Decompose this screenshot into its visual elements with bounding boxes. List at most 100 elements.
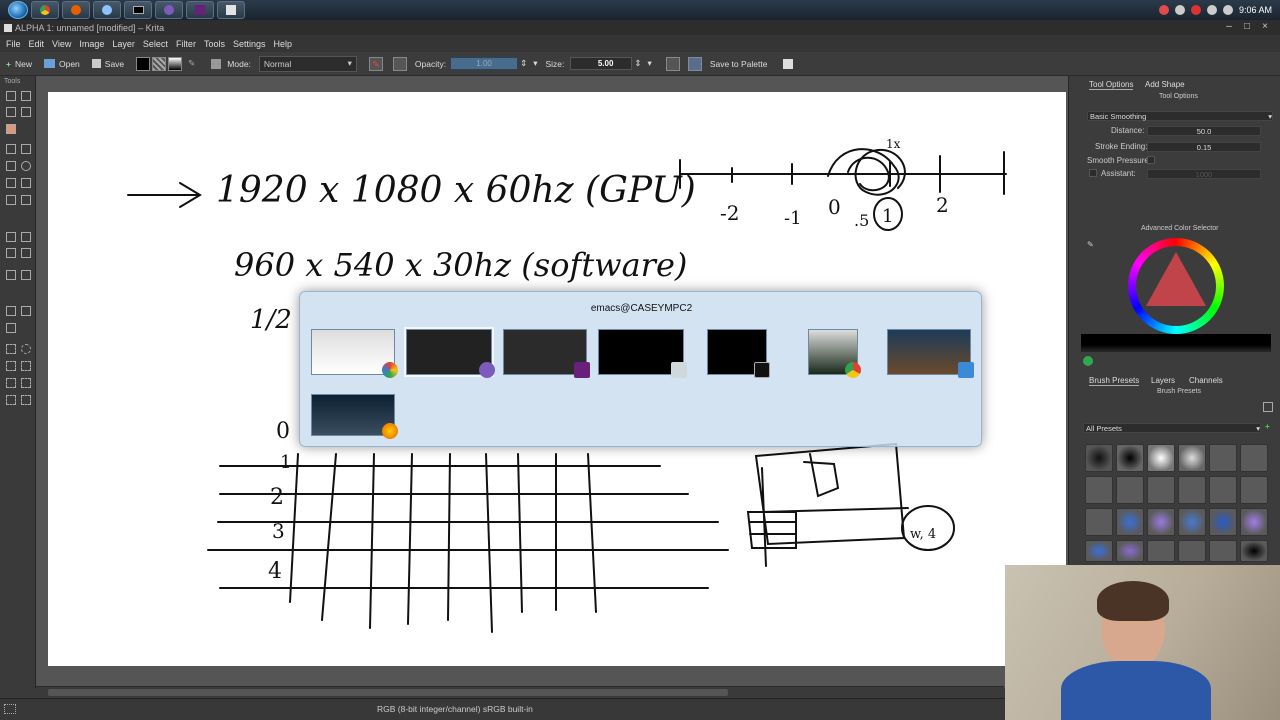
color-triangle[interactable]: [1146, 252, 1206, 306]
opacity-slider[interactable]: 1.00: [450, 57, 519, 70]
measure-tool-icon[interactable]: [21, 270, 31, 280]
brush-preset[interactable]: [1085, 476, 1113, 504]
smoothing-dropdown[interactable]: Basic Smoothing ▾: [1087, 111, 1273, 121]
taskbar-visual-studio-button[interactable]: [186, 1, 214, 19]
brush-preset[interactable]: [1209, 540, 1237, 562]
crop-tool-icon[interactable]: [6, 248, 16, 258]
fg-bg-color-button[interactable]: [136, 56, 151, 71]
assistant-checkbox[interactable]: [1089, 169, 1097, 177]
brush-preset[interactable]: [1209, 508, 1237, 536]
taskbar-cmd-button[interactable]: [124, 1, 152, 19]
open-button[interactable]: Open: [38, 54, 86, 74]
taskbar-globe-button[interactable]: [93, 1, 121, 19]
brush-preset[interactable]: [1116, 508, 1144, 536]
brush-preset[interactable]: [1147, 476, 1175, 504]
brush-preset[interactable]: [1178, 476, 1206, 504]
calligraphy-icon[interactable]: [21, 107, 31, 117]
menu-filter[interactable]: Filter: [176, 39, 196, 49]
game-window-thumb[interactable]: [887, 329, 974, 378]
assistant-field[interactable]: 1000: [1147, 169, 1261, 179]
color-history-strip[interactable]: [1081, 334, 1271, 352]
menu-file[interactable]: File: [6, 39, 21, 49]
brush-preset[interactable]: [1178, 444, 1206, 472]
taskbar-chrome-button[interactable]: [31, 1, 59, 19]
stroke-ending-field[interactable]: 0.15: [1147, 142, 1261, 152]
edit-shape-icon[interactable]: [6, 107, 16, 117]
eyedropper-icon[interactable]: ✎: [1087, 240, 1094, 249]
power-icon[interactable]: [1206, 5, 1217, 15]
ellipse-select-icon[interactable]: [21, 344, 31, 354]
blend-mode-dropdown[interactable]: Normal ▾: [258, 55, 357, 72]
polygon-tool-icon[interactable]: [6, 178, 16, 188]
tab-channels[interactable]: Channels: [1189, 376, 1223, 385]
tray-app-icon[interactable]: [1190, 5, 1201, 15]
brush-preset[interactable]: [1116, 540, 1144, 562]
close-button[interactable]: ×: [1258, 20, 1272, 34]
rect-select-icon[interactable]: [6, 344, 16, 354]
visual-studio-window-thumb[interactable]: [503, 329, 590, 378]
gradient-button[interactable]: [168, 56, 183, 71]
terminal-window-thumb[interactable]: [707, 329, 770, 378]
freehand-path-icon[interactable]: [6, 195, 16, 205]
similar-select-icon[interactable]: [21, 378, 31, 388]
taskbar-krita-button[interactable]: [217, 1, 245, 19]
save-button[interactable]: Save: [86, 54, 130, 74]
scrollbar-thumb[interactable]: [48, 689, 728, 696]
size-slider[interactable]: 5.00: [570, 57, 633, 70]
volume-icon[interactable]: [1222, 5, 1233, 15]
freehand-select-icon[interactable]: [21, 361, 31, 371]
menu-view[interactable]: View: [52, 39, 71, 49]
start-button[interactable]: [8, 1, 28, 19]
tab-layers[interactable]: Layers: [1151, 376, 1175, 385]
perspective-grid-icon[interactable]: [21, 306, 31, 316]
rectangle-tool-icon[interactable]: [6, 161, 16, 171]
size-spin-icon[interactable]: ⇕: [634, 58, 641, 69]
move-tool-icon[interactable]: [6, 232, 16, 242]
chevron-down-icon[interactable]: ▾: [648, 58, 652, 69]
eraser-mode-icon[interactable]: ✎: [368, 56, 383, 71]
transform-tool-icon[interactable]: [21, 232, 31, 242]
tab-tool-options[interactable]: Tool Options: [1089, 80, 1134, 90]
menu-settings[interactable]: Settings: [233, 39, 266, 49]
alpha-lock-icon[interactable]: [392, 56, 407, 71]
gradient-tool-icon[interactable]: [21, 248, 31, 258]
brush-preset[interactable]: [1116, 444, 1144, 472]
smooth-pressure-checkbox[interactable]: [1147, 156, 1155, 164]
bezier-select-icon[interactable]: [6, 395, 16, 405]
pattern-button[interactable]: [152, 56, 167, 71]
brush-preset[interactable]: [1178, 540, 1206, 562]
polygon-select-icon[interactable]: [6, 361, 16, 371]
console-window-thumb[interactable]: [598, 329, 687, 378]
minimize-button[interactable]: –: [1222, 20, 1236, 34]
add-preset-icon[interactable]: +: [1265, 422, 1270, 431]
brush-preset[interactable]: [1147, 540, 1175, 562]
network-icon[interactable]: [1158, 5, 1169, 15]
krita-window-thumb[interactable]: [311, 329, 398, 378]
menu-image[interactable]: Image: [79, 39, 104, 49]
presets-filter-dropdown[interactable]: All Presets ▾: [1083, 423, 1261, 433]
tab-brush-presets[interactable]: Brush Presets: [1089, 376, 1140, 386]
brush-preset[interactable]: [1085, 540, 1113, 562]
path-tool-icon[interactable]: [21, 178, 31, 188]
brush-preset[interactable]: [1240, 476, 1268, 504]
taskbar-firefox-button[interactable]: [62, 1, 90, 19]
brush-preset[interactable]: [1116, 476, 1144, 504]
save-to-palette-button[interactable]: Save to Palette: [710, 59, 768, 69]
brush-tool-icon[interactable]: [6, 144, 16, 154]
brush-preset[interactable]: [1209, 444, 1237, 472]
tray-app-icon[interactable]: [1174, 5, 1185, 15]
line-tool-icon[interactable]: [21, 144, 31, 154]
brush-preset-icon[interactable]: ✎: [188, 58, 195, 69]
horizontal-scrollbar[interactable]: [36, 686, 1004, 698]
text-tool-icon[interactable]: [21, 91, 31, 101]
firefox-window-thumb[interactable]: [311, 394, 398, 439]
menu-edit[interactable]: Edit: [29, 39, 45, 49]
tab-add-shape[interactable]: Add Shape: [1145, 80, 1185, 89]
menu-tools[interactable]: Tools: [204, 39, 225, 49]
assistant-tool-icon[interactable]: [6, 306, 16, 316]
brush-preset[interactable]: [1178, 508, 1206, 536]
color-wheel[interactable]: [1128, 238, 1224, 334]
distance-field[interactable]: 50.0: [1147, 126, 1261, 136]
workspace-icon[interactable]: [783, 58, 794, 69]
select-shape-icon[interactable]: [6, 91, 16, 101]
